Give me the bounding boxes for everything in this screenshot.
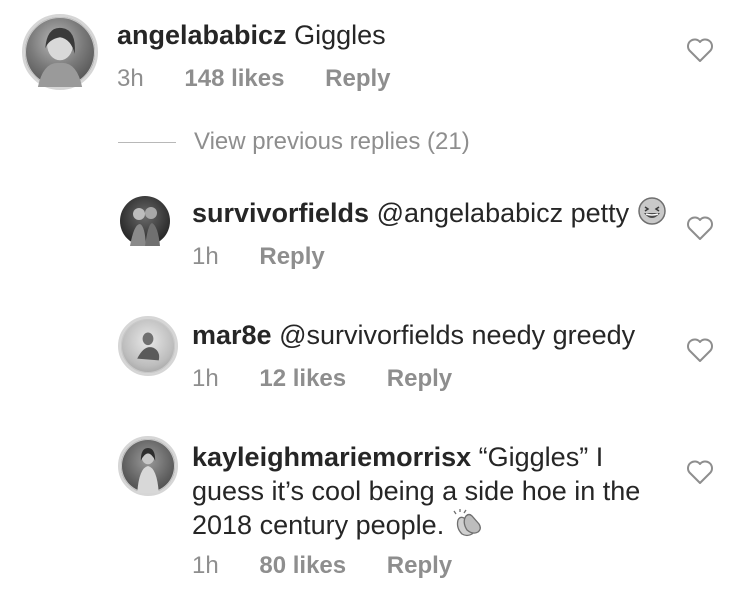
comment-text: survivorfields @angelababicz petty xyxy=(192,196,667,230)
comment-meta: 3h 148 likes Reply xyxy=(117,65,391,93)
comment-text-line-1: kayleighmariemorrisx “Giggles” I xyxy=(192,440,603,474)
comment-meta: 1h 12 likes Reply xyxy=(192,365,452,393)
reply-button[interactable]: Reply xyxy=(325,65,390,92)
avatar[interactable] xyxy=(118,436,178,496)
profile-photo-icon xyxy=(137,332,160,361)
heart-icon[interactable] xyxy=(686,459,714,485)
view-previous-replies[interactable]: View previous replies (21) xyxy=(118,128,470,156)
avatar[interactable] xyxy=(120,196,170,246)
reply-button[interactable]: Reply xyxy=(259,243,324,270)
profile-photo-icon xyxy=(137,448,159,493)
username[interactable]: angelababicz xyxy=(117,20,287,50)
comment-text-line-2: guess it’s cool being a side hoe in the xyxy=(192,474,640,508)
comment-meta: 1h Reply xyxy=(192,243,325,271)
comment-text: angelababicz Giggles xyxy=(117,18,386,52)
heart-icon[interactable] xyxy=(686,37,714,63)
comment-body: guess it’s cool being a side hoe in the xyxy=(192,476,641,506)
comment-body: @survivorfields needy greedy xyxy=(271,320,636,350)
avatar[interactable] xyxy=(118,316,178,376)
comment-meta: 1h 80 likes Reply xyxy=(192,552,452,580)
view-previous-label[interactable]: View previous replies (21) xyxy=(194,128,470,156)
profile-photo-icon xyxy=(37,27,83,87)
comment-body: 2018 century people. xyxy=(192,510,452,540)
likes-count[interactable]: 80 likes xyxy=(259,552,346,579)
timestamp: 3h xyxy=(117,65,144,92)
username[interactable]: kayleighmariemorrisx xyxy=(192,442,471,472)
reply-button[interactable]: Reply xyxy=(387,365,452,392)
comment-body: “Giggles” I xyxy=(471,442,604,472)
timestamp: 1h xyxy=(192,243,219,270)
divider-line xyxy=(118,141,176,143)
heart-icon[interactable] xyxy=(686,215,714,241)
timestamp: 1h xyxy=(192,365,219,392)
profile-photo-icon xyxy=(130,207,160,246)
comment-text-line-3: 2018 century people. xyxy=(192,508,486,542)
avatar[interactable] xyxy=(22,14,98,90)
username[interactable]: survivorfields xyxy=(192,198,369,228)
reply-button[interactable]: Reply xyxy=(387,552,452,579)
username[interactable]: mar8e xyxy=(192,320,272,350)
comment-body: Giggles xyxy=(286,20,386,50)
timestamp: 1h xyxy=(192,552,219,579)
heart-icon[interactable] xyxy=(686,337,714,363)
likes-count[interactable]: 148 likes xyxy=(184,65,284,92)
laughing-face-icon xyxy=(637,197,666,225)
comment-body: @angelababicz petty xyxy=(369,198,637,228)
comment-text: mar8e @survivorfields needy greedy xyxy=(192,318,635,352)
clapping-hands-icon xyxy=(453,509,481,537)
likes-count[interactable]: 12 likes xyxy=(259,365,346,392)
